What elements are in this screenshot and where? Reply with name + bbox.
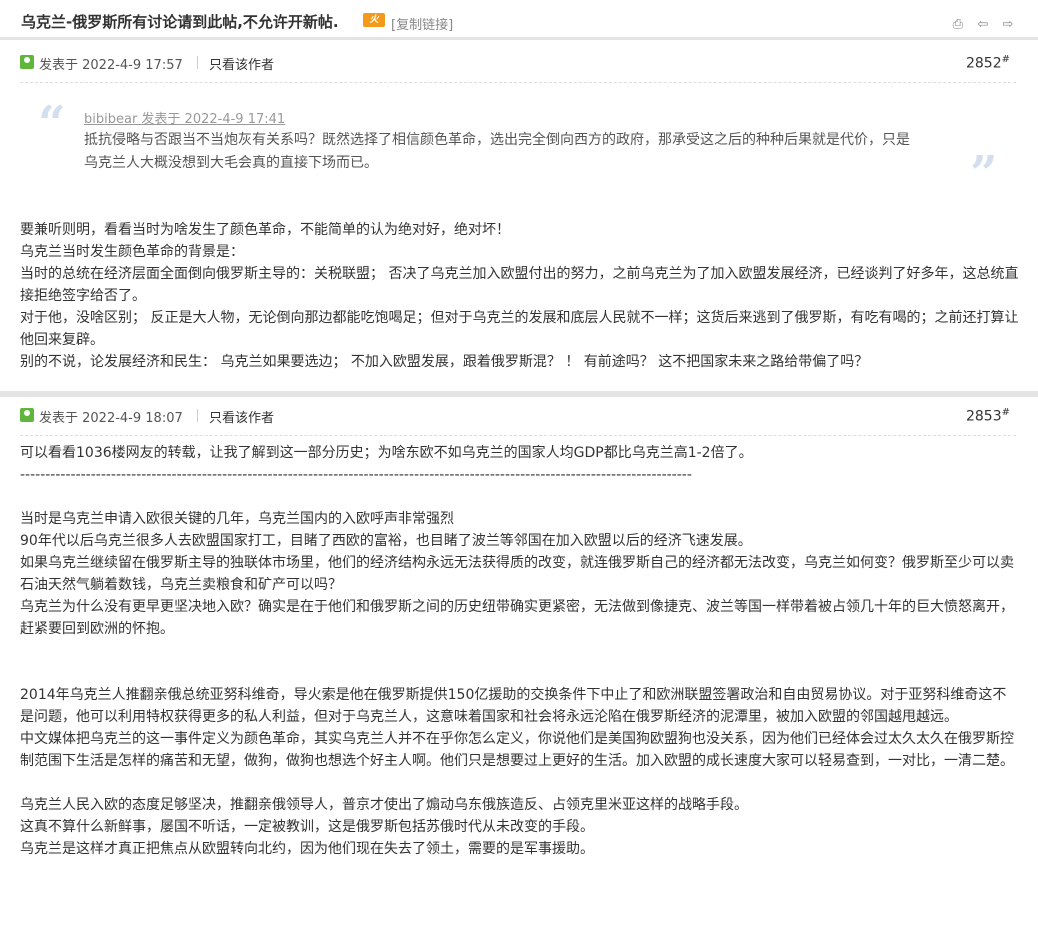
post-line: 如果乌克兰继续留在俄罗斯主导的独联体市场里，他们的经济结构永远无法获得质的改变，… [20, 555, 1014, 593]
post-line: 乌克兰人民入欧的态度足够坚决，推翻亲俄领导人，普京才使出了煽动乌东俄族造反、占领… [20, 797, 748, 813]
online-status-icon [20, 408, 34, 422]
author-only-link[interactable]: 只看该作者 [209, 54, 274, 73]
post-line: 这真不算什么新鲜事，屡国不听话，一定被教训，这是俄罗斯包括苏俄时代从未改变的手段… [20, 819, 594, 835]
post-line: 别的不说，论发展经济和民生： 乌克兰如果要选边； 不加入欧盟发展，跟着俄罗斯混？… [20, 354, 869, 370]
header-divider [197, 56, 198, 69]
post-line: 当时的总统在经济层面全面倒向俄罗斯主导的：关税联盟； 否决了乌克兰加入欧盟付出的… [20, 266, 1019, 304]
thread-title: 乌克兰-俄罗斯所有讨论请到此帖,不允许开新帖. [21, 13, 339, 31]
close-quote-icon: ” [970, 146, 998, 202]
post-line: 要兼听则明，看看当时为啥发生了颜色革命，不能简单的认为绝对好，绝对坏！ [20, 222, 510, 238]
thread-header: 乌克兰-俄罗斯所有讨论请到此帖,不允许开新帖. 火 [复制链接] ⎙ ⇦ ⇨ [0, 0, 1038, 40]
post-line: 当时是乌克兰申请入欧很关键的几年，乌克兰国内的入欧呼声非常强烈 [20, 511, 454, 527]
thread-tools: ⎙ ⇦ ⇨ [946, 13, 1016, 32]
header-divider [197, 409, 198, 422]
post-line: 可以看看1036楼网友的转载，让我了解到这一部分历史；为啥东欧不如乌克兰的国家人… [20, 445, 753, 461]
online-status-icon [20, 55, 34, 69]
author-only-link[interactable]: 只看该作者 [209, 407, 274, 426]
separator-line: ----------------------------------------… [20, 467, 692, 483]
post-body: 可以看看1036楼网友的转载，让我了解到这一部分历史；为啥东欧不如乌克兰的国家人… [20, 442, 1020, 860]
post-body: 要兼听则明，看看当时为啥发生了颜色革命，不能简单的认为绝对好，绝对坏！ 乌克兰当… [20, 219, 1020, 373]
post-line: 乌克兰是这样才真正把焦点从欧盟转向北约，因为他们现在失去了领土，需要的是军事援助… [20, 841, 594, 857]
posted-time: 发表于 2022-4-9 17:57 [39, 58, 183, 73]
post-line: 乌克兰当时发生颜色革命的背景是： [20, 244, 244, 260]
post-header: 发表于 2022-4-9 18:07 只看该作者 2853# [20, 405, 1016, 436]
post-line: 90年代以后乌克兰很多人去欧盟国家打工，目睹了西欧的富裕，也目睹了波兰等邻国在加… [20, 533, 752, 549]
quote-text: 抵抗侵略与否跟当不当炮灰有关系吗？既然选择了相信颜色革命，选出完全倒向西方的政府… [84, 132, 910, 171]
open-quote-icon: “ [38, 96, 66, 152]
posted-time: 发表于 2022-4-9 18:07 [39, 411, 183, 426]
prev-icon[interactable]: ⇦ [975, 18, 991, 32]
floor-number[interactable]: 2853# [966, 407, 1010, 425]
post-line: 乌克兰为什么没有更早更坚决地入欧？确实是在于他们和俄罗斯之间的历史纽带确实更紧密… [20, 599, 1014, 637]
hot-badge-icon: 火 [363, 13, 385, 27]
post-line: 2014年乌克兰人推翻亲俄总统亚努科维奇，导火索是他在俄罗斯提供150亿援助的交… [20, 687, 1007, 725]
next-icon[interactable]: ⇨ [1000, 18, 1016, 32]
post: 发表于 2022-4-9 17:57 只看该作者 2852# “ bibibea… [0, 40, 1038, 388]
quote-block: “ bibibear 发表于 2022-4-9 17:41 抵抗侵略与否跟当不当… [20, 100, 1016, 200]
print-icon[interactable]: ⎙ [950, 18, 966, 32]
post-header: 发表于 2022-4-9 17:57 只看该作者 2852# [20, 52, 1016, 83]
floor-number[interactable]: 2852# [966, 54, 1010, 72]
post-line: 对于他，没啥区别； 反正是大人物，无论倒向那边都能吃饱喝足；但对于乌克兰的发展和… [20, 310, 1019, 348]
post: 发表于 2022-4-9 18:07 只看该作者 2853# 可以看看1036楼… [0, 397, 1038, 935]
quote-author[interactable]: bibibear 发表于 2022-4-9 17:41 [84, 108, 285, 127]
copy-link[interactable]: [复制链接] [391, 14, 453, 33]
post-line: 中文媒体把乌克兰的这一事件定义为颜色革命，其实乌克兰人并不在乎你怎么定义，你说他… [20, 731, 1014, 769]
